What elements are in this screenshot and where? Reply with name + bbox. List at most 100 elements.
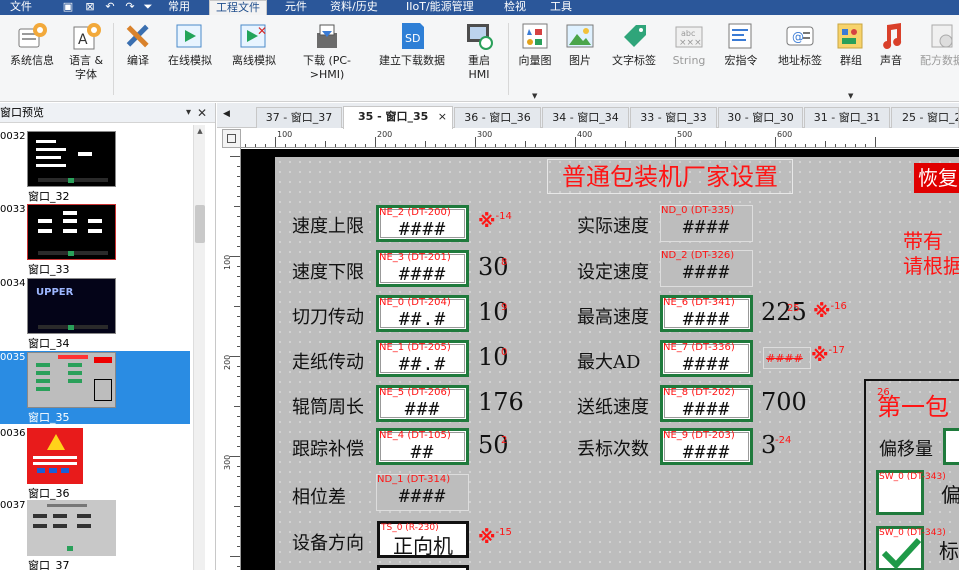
macro-button[interactable]: 宏指令 (718, 21, 764, 68)
direction-toggle-button[interactable]: TS_0 (R-230) 正向机 (377, 521, 469, 558)
tab-window-35[interactable]: 35 - 窗口_35 × (343, 106, 453, 129)
numeric-input-ne9[interactable]: NE_9 (DT-203) #### (660, 428, 753, 465)
menu-file[interactable]: 文件 (10, 0, 32, 15)
online-simulation-button[interactable]: 在线模拟 (160, 21, 220, 68)
ruler-tick (237, 176, 240, 177)
numeric-input-ne5[interactable]: NE_5 (DT-206) ### (376, 385, 469, 422)
numeric-input-ne6[interactable]: NE_6 (DT-341) #### (660, 295, 753, 332)
scroll-up-icon[interactable]: ▲ (194, 127, 206, 135)
menu-iiot[interactable]: IIoT/能源管理 (406, 0, 474, 15)
numeric-display-nd0[interactable]: ND_0 (DT-335) #### (660, 205, 753, 242)
scrollbar-thumb[interactable] (195, 205, 205, 243)
group-button[interactable]: 群组 ▼ (832, 21, 870, 100)
star-mark[interactable]: ※-15 (478, 527, 512, 548)
partial-button[interactable] (377, 565, 469, 570)
redo-icon[interactable]: ↷ (124, 1, 136, 13)
menu-bar: 文件 ▣ ⊠ ↶ ↷ ⏷ 常用 工程文件 元件 资料/历史 IIoT/能源管理 … (0, 0, 959, 15)
offset-input[interactable] (943, 428, 959, 465)
static-value-176[interactable]: 176 (478, 388, 524, 416)
menu-project-file[interactable]: 工程文件 (209, 0, 267, 15)
screen-title[interactable]: 普通包装机厂家设置 (547, 159, 793, 194)
star-mark[interactable]: ※-17 (811, 345, 845, 366)
preview-item-37[interactable]: 0037 窗口_37 (0, 499, 190, 570)
svg-text:@: @ (792, 30, 804, 44)
vector-graph-button[interactable]: 向量图 ▼ (514, 21, 556, 100)
vector-graph-dropdown-icon[interactable]: ▼ (532, 89, 537, 103)
tab-window-34[interactable]: 34 - 窗口_34 (542, 107, 629, 128)
picture-button[interactable]: 图片 (560, 21, 600, 68)
numeric-input-ne1[interactable]: NE_1 (DT-205) ##.# (376, 340, 469, 377)
compile-button[interactable]: 编译 (118, 21, 158, 68)
menu-view[interactable]: 检视 (504, 0, 526, 15)
menu-common[interactable]: 常用 (168, 0, 190, 15)
switch-sw0-lower[interactable]: SW_0 (DT-343) (876, 526, 946, 570)
numeric-input-ne3[interactable]: NE_3 (DT-201) #### (376, 250, 469, 287)
label-speed-upper: 速度上限 (292, 216, 364, 237)
numeric-input-ne0[interactable]: NE_0 (DT-204) ##.# (376, 295, 469, 332)
ruler-tick (335, 144, 336, 147)
ruler-tick (237, 226, 240, 227)
tab-window-31[interactable]: 31 - 窗口_31 (804, 107, 890, 128)
ruler-tick (325, 141, 326, 147)
preview-item-35[interactable]: 0035 窗口_35 (0, 351, 190, 424)
text-tag-button[interactable]: 文字标签 (604, 21, 664, 68)
switch-sw0-upper[interactable]: SW_0 (DT-343) (876, 470, 946, 515)
disabled-display[interactable]: #### (763, 347, 811, 369)
ruler-tick (237, 536, 240, 537)
ruler-tick (815, 144, 816, 147)
numeric-input-ne8[interactable]: NE_8 (DT-202) #### (660, 385, 753, 422)
ruler-tick (237, 366, 240, 367)
reboot-hmi-button[interactable]: 重启 HMI (460, 21, 498, 82)
numeric-display-nd1[interactable]: ND_1 (DT-314) #### (376, 474, 469, 511)
undo-icon[interactable]: ↶ (104, 1, 116, 13)
pin-icon[interactable]: ▾ (186, 103, 191, 123)
preview-item-34[interactable]: 0034 UPPER 窗口_34 (0, 277, 190, 350)
preview-item-32[interactable]: 0032 窗口_32 (0, 130, 190, 203)
close-icon[interactable]: ✕ (197, 103, 207, 123)
preview-scrollbar[interactable]: ▲ (193, 125, 205, 570)
preview-item-36[interactable]: 0036 窗口_36 (0, 427, 190, 500)
preview-item-33[interactable]: 0033 窗口_33 (0, 203, 190, 276)
menu-parts[interactable]: 元件 (285, 0, 307, 15)
quick-access-dropdown-icon[interactable]: ⏷ (142, 1, 154, 13)
address-tag-button[interactable]: @ 地址标签 (772, 21, 828, 68)
static-value-3[interactable]: 3 (761, 431, 776, 459)
offline-simulation-button[interactable]: ✕ 离线模拟 (224, 21, 284, 68)
menu-tools[interactable]: 工具 (550, 0, 572, 15)
system-info-button[interactable]: 系统信息 (4, 21, 60, 68)
group-dropdown-icon[interactable]: ▼ (848, 89, 853, 103)
menu-data-history[interactable]: 资料/历史 (330, 0, 378, 15)
build-download-data-button[interactable]: SD 建立下载数据 (372, 21, 452, 68)
ruler-tick (855, 144, 856, 147)
ruler-tick (655, 144, 656, 147)
tab-window-36[interactable]: 36 - 窗口_36 (454, 107, 541, 128)
tab-window-30[interactable]: 30 - 窗口_30 (718, 107, 803, 128)
tab-window-37[interactable]: 37 - 窗口_37 (256, 107, 342, 128)
ruler-corner[interactable] (222, 129, 241, 148)
picture-icon (564, 21, 596, 51)
ruler-tick (675, 137, 676, 147)
numeric-input-ne4[interactable]: NE_4 (DT-105) ## (376, 428, 469, 465)
tab-window-33[interactable]: 33 - 窗口_33 (630, 107, 717, 128)
numeric-input-ne7[interactable]: NE_7 (DT-336) #### (660, 340, 753, 377)
save-all-icon[interactable]: ⊠ (84, 1, 96, 13)
tab-window-25[interactable]: 25 - 窗口_25 (891, 107, 959, 128)
static-value-225[interactable]: 225 (761, 298, 807, 326)
tab-close-icon[interactable]: × (438, 107, 447, 126)
sound-button[interactable]: 声音 (874, 21, 908, 68)
label-actual-speed: 实际速度 (577, 216, 649, 237)
static-value-700[interactable]: 700 (761, 388, 807, 416)
star-mark[interactable]: ※-14 (478, 211, 512, 232)
numeric-input-ne2[interactable]: NE_2 (DT-200) #### (376, 205, 469, 242)
recipe-data-button[interactable]: 配方数据 (914, 21, 959, 68)
note-text-2[interactable]: 请根据 (903, 250, 959, 279)
restore-button[interactable]: 恢复 (914, 163, 959, 193)
save-icon[interactable]: ▣ (62, 1, 74, 13)
numeric-display-nd2[interactable]: ND_2 (DT-326) #### (660, 250, 753, 287)
download-button[interactable]: 下载 (PC- >HMI) (294, 21, 360, 82)
ruler-tick (575, 137, 576, 147)
language-font-button[interactable]: A 语言 & 字体 (62, 21, 110, 82)
tab-scroll-left-icon[interactable]: ◀ (223, 109, 230, 119)
star-mark[interactable]: ※-16 (813, 301, 847, 322)
string-button[interactable]: abc ××× String (668, 21, 710, 68)
